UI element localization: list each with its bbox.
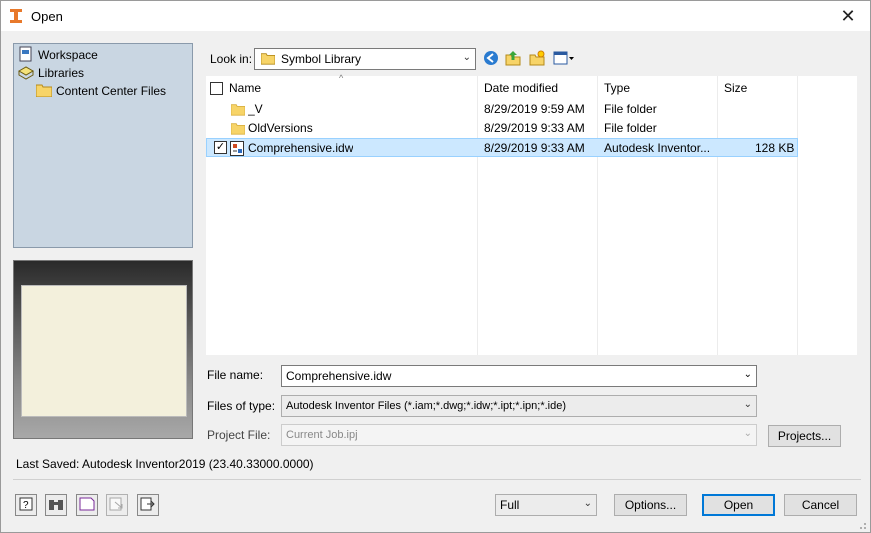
options-button-label: Options... [624, 498, 677, 512]
file-row-selected[interactable]: ✓ Comprehensive.idw 8/29/2019 9:33 AM Au… [206, 138, 798, 157]
view-menu-icon [553, 51, 575, 68]
files-of-type-label: Files of type: [207, 399, 276, 413]
projects-button-label: Projects... [777, 429, 832, 443]
column-header-name[interactable]: Name [229, 81, 261, 95]
drawing-file-icon [230, 141, 244, 159]
help-icon: ? [19, 497, 33, 514]
file-name-label: File name: [207, 368, 264, 382]
column-header-type[interactable]: Type [604, 81, 630, 95]
projects-button[interactable]: Projects... [768, 425, 841, 447]
title-bar: Open ✕ [1, 1, 870, 31]
place-label: Workspace [38, 48, 98, 62]
look-in-combo[interactable]: Symbol Library ⌄ [254, 48, 476, 70]
libraries-icon [17, 64, 35, 83]
chevron-down-icon: ⌄ [743, 428, 752, 439]
row-checkbox[interactable]: ✓ [214, 141, 227, 154]
import-file-icon [140, 497, 156, 514]
project-file-label: Project File: [207, 428, 271, 442]
file-size: 128 KB [755, 141, 795, 155]
chevron-down-icon[interactable]: ⌄ [744, 369, 752, 380]
place-content-center-files[interactable]: Content Center Files [35, 82, 167, 100]
folder-icon [231, 102, 245, 119]
file-date: 8/29/2019 9:59 AM [484, 102, 585, 116]
open-mode-combo[interactable]: Full ⌄ [495, 494, 597, 516]
look-in-value: Symbol Library [281, 52, 362, 66]
view-menu-button[interactable] [551, 50, 577, 68]
up-one-level-button[interactable] [503, 50, 523, 68]
last-saved-status: Last Saved: Autodesk Inventor2019 (23.40… [16, 457, 314, 471]
open-button[interactable]: Open [702, 494, 775, 516]
file-name-input[interactable]: Comprehensive.idw ⌄ [281, 365, 757, 387]
new-folder-button[interactable] [527, 50, 547, 68]
select-all-checkbox[interactable] [210, 82, 223, 95]
open-dialog: Open ✕ Workspace Libraries Content Cente… [0, 0, 871, 533]
chevron-down-icon: ⌄ [462, 52, 471, 63]
open-mode-value: Full [500, 498, 520, 512]
chevron-down-icon: ⌄ [583, 498, 592, 509]
import-button[interactable] [137, 494, 159, 516]
close-button[interactable]: ✕ [826, 1, 870, 31]
up-folder-icon [505, 50, 521, 69]
binoculars-icon [48, 497, 64, 514]
folder-icon [35, 83, 53, 100]
file-type: File folder [604, 121, 657, 135]
back-button[interactable] [481, 50, 501, 68]
preview-thumbnail [21, 285, 187, 417]
file-type: Autodesk Inventor... [604, 141, 711, 155]
column-header-date-modified[interactable]: Date modified [484, 81, 558, 95]
place-workspace[interactable]: Workspace [18, 46, 98, 64]
project-file-combo: Current Job.ipj ⌄ [281, 424, 757, 446]
column-header-size[interactable]: Size [724, 81, 747, 95]
files-of-type-value: Autodesk Inventor Files (*.iam;*.dwg;*.i… [286, 400, 567, 412]
frequent-button[interactable] [106, 494, 128, 516]
help-button[interactable]: ? [15, 494, 37, 516]
preview-pane [13, 260, 193, 439]
workspace-icon [18, 46, 34, 65]
folder-icon [260, 51, 276, 68]
file-row[interactable]: _V 8/29/2019 9:59 AM File folder [206, 100, 798, 119]
cancel-button[interactable]: Cancel [784, 494, 857, 516]
place-label: Libraries [38, 66, 85, 80]
new-file-icon [79, 497, 95, 514]
options-button[interactable]: Options... [614, 494, 687, 516]
chevron-down-icon: ⌄ [743, 399, 752, 410]
place-libraries[interactable]: Libraries [17, 64, 85, 83]
file-date: 8/29/2019 9:33 AM [484, 121, 585, 135]
sort-ascending-icon: ^ [339, 73, 344, 83]
look-in-label: Look in: [210, 52, 253, 66]
files-of-type-combo[interactable]: Autodesk Inventor Files (*.iam;*.dwg;*.i… [281, 395, 757, 417]
new-file-button[interactable] [76, 494, 98, 516]
svg-text:?: ? [23, 500, 29, 511]
arrow-file-icon [109, 497, 125, 514]
open-button-label: Open [723, 498, 754, 512]
file-name: _V [248, 102, 263, 116]
file-list[interactable]: ^ Name Date modified Type Size _V 8/29/2… [206, 73, 857, 355]
file-type: File folder [604, 102, 657, 116]
file-name-value: Comprehensive.idw [286, 369, 392, 383]
folder-icon [231, 121, 245, 138]
project-file-value: Current Job.ipj [286, 429, 358, 441]
file-name: OldVersions [248, 121, 313, 135]
resize-grip-icon[interactable] [857, 519, 867, 529]
file-date: 8/29/2019 9:33 AM [484, 141, 585, 155]
place-label: Content Center Files [56, 84, 167, 98]
new-folder-icon [529, 50, 545, 69]
window-title: Open [31, 9, 63, 24]
file-name: Comprehensive.idw [248, 141, 354, 155]
places-pane: Workspace Libraries Content Center Files [13, 43, 193, 248]
file-row[interactable]: OldVersions 8/29/2019 9:33 AM File folde… [206, 119, 798, 138]
divider [13, 479, 861, 480]
cancel-button-label: Cancel [801, 498, 840, 512]
find-button[interactable] [45, 494, 67, 516]
inventor-app-icon [9, 8, 23, 24]
close-icon: ✕ [840, 5, 856, 26]
back-arrow-icon [483, 50, 499, 69]
